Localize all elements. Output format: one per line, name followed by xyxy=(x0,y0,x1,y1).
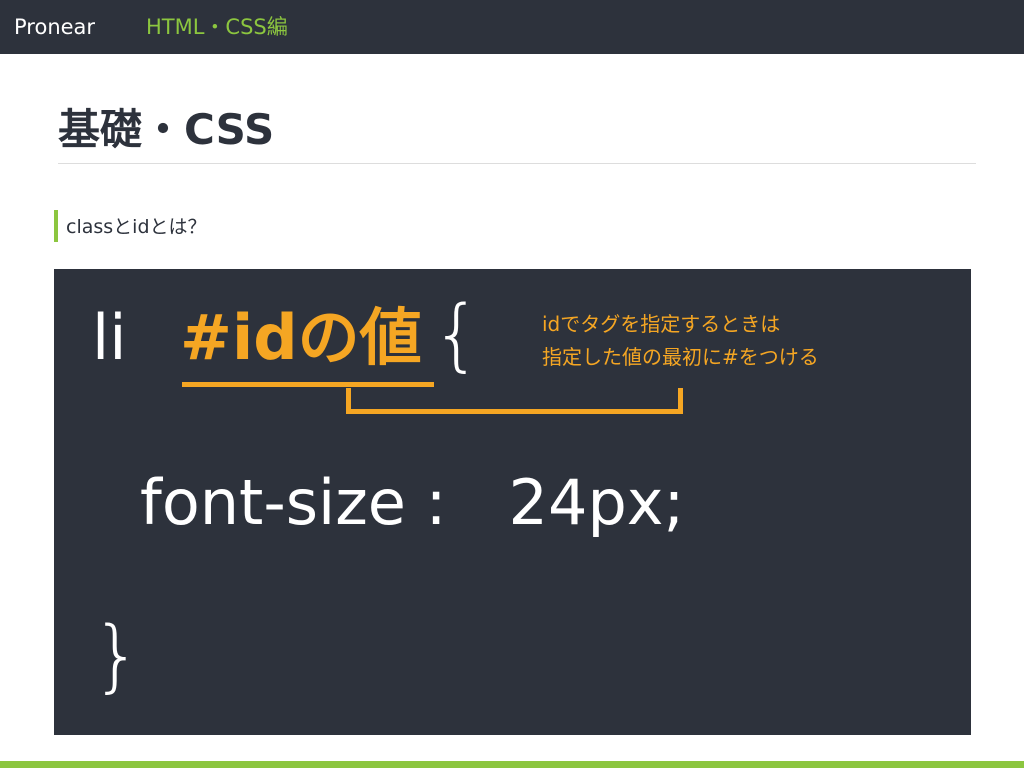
code-open-brace: { xyxy=(432,290,482,380)
title-divider xyxy=(58,163,976,164)
subheading: classとidとは？ xyxy=(66,216,207,238)
subheading-accent-bar xyxy=(54,210,58,242)
annotation-line-2: 指定した値の最初に#をつける xyxy=(542,345,819,369)
page-title: 基礎・CSS xyxy=(58,105,275,154)
top-bar: Pronear HTML・CSS編 xyxy=(0,0,1024,54)
annotation-bracket xyxy=(346,388,683,414)
code-selector: li xyxy=(92,301,127,374)
section-label: HTML・CSS編 xyxy=(146,15,288,39)
brand-name: Pronear xyxy=(14,15,96,39)
code-declaration: font-size : 24px; xyxy=(140,466,685,539)
footer-bar xyxy=(0,761,1024,768)
annotation-line-1: idでタグを指定するときは xyxy=(542,312,781,336)
id-value-underline xyxy=(182,382,434,387)
code-id-value: #idの値 xyxy=(180,301,422,374)
annotation-callout: idでタグを指定するときは 指定した値の最初に#をつける xyxy=(542,308,819,374)
code-close-brace: } xyxy=(92,611,142,701)
